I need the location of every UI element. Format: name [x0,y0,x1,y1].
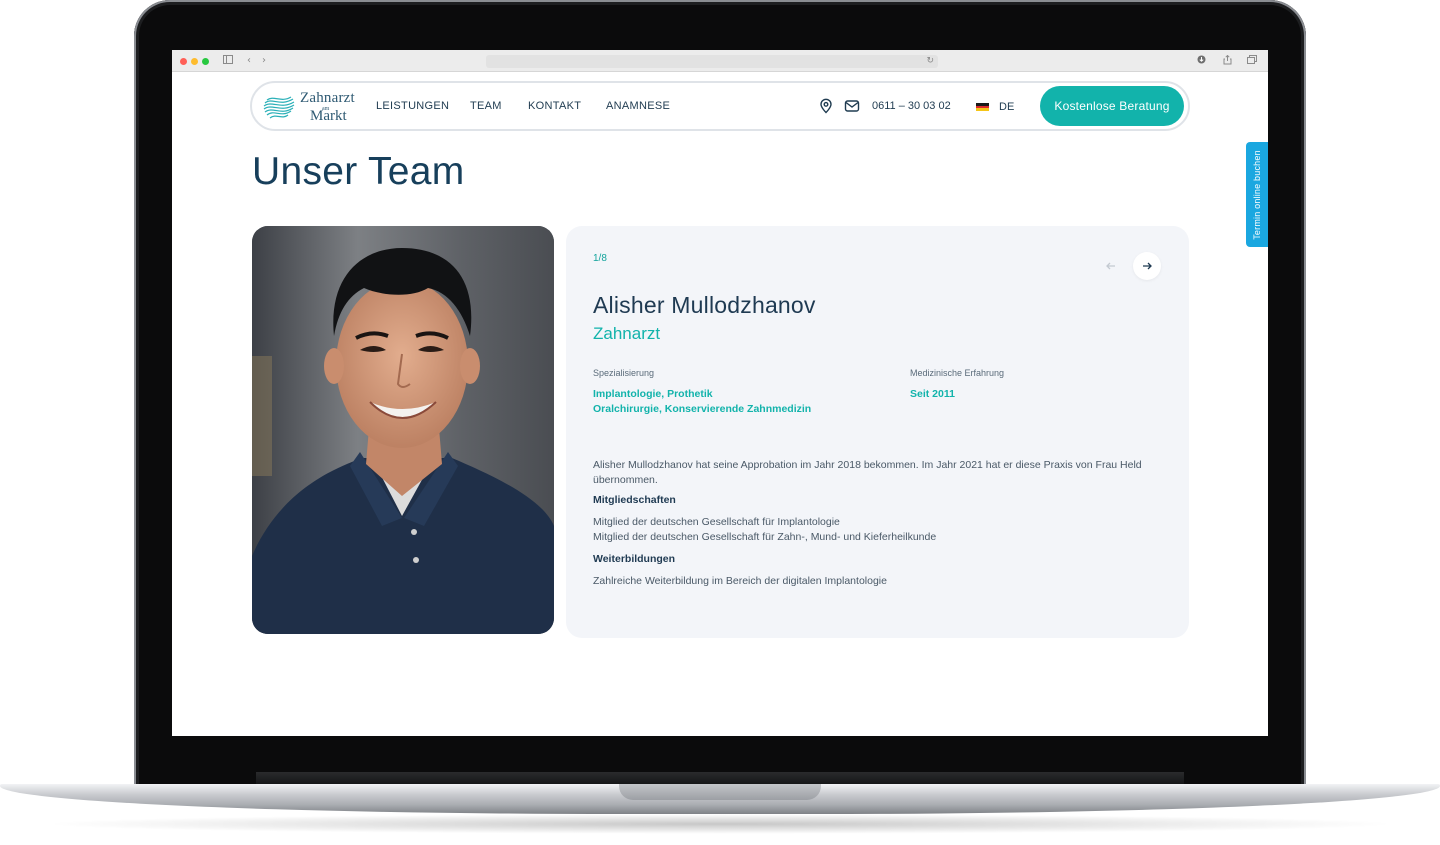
nav-link-anamnese[interactable]: ANAMNESE [606,100,670,112]
maximize-window-button[interactable] [202,58,209,65]
arrow-right-icon [1143,262,1152,270]
arrow-left-icon [1106,262,1115,270]
book-appointment-tab[interactable]: Termin online buchen [1246,142,1268,247]
specialization-item: Oralchirurgie, Konservierende Zahnmedizi… [593,403,812,415]
tabs-icon[interactable] [1246,55,1258,67]
nav-link-team[interactable]: TEAM [470,100,502,112]
membership-item: Mitglied der deutschen Gesellschaft für … [593,531,937,543]
close-window-button[interactable] [180,58,187,65]
site-header: Zahnarzt am Markt LEISTUNGEN TEAM KONTAK… [250,81,1190,131]
next-button[interactable] [1133,252,1161,280]
browser-toolbar: ‹ › ↻ [172,50,1268,72]
language-switcher[interactable]: DE [999,101,1014,113]
laptop-notch [619,784,821,800]
member-role: Zahnarzt [593,324,661,343]
address-bar[interactable]: ↻ [486,55,938,68]
free-consultation-button[interactable]: Kostenlose Beratung [1040,86,1184,126]
team-member-photo [252,226,554,634]
forward-icon[interactable]: › [258,55,270,67]
member-bio: Alisher Mullodzhanov hat seine Approbati… [593,459,1142,486]
nav-link-kontakt[interactable]: KONTAKT [528,100,581,112]
specialization-label: Spezialisierung [593,368,655,378]
download-icon[interactable] [1195,55,1207,67]
laptop-shadow [40,814,1400,834]
team-member-card: 1/8 Alisher Mullodzhanov Zahnarzt Spezia… [566,226,1189,638]
specialization-item: Implantologie, Prothetik [593,388,713,400]
membership-item: Mitglied der deutschen Gesellschaft für … [593,516,840,528]
mail-icon[interactable] [844,98,860,114]
minimize-window-button[interactable] [191,58,198,65]
germany-flag-icon[interactable] [976,103,989,111]
logo-text-line1: Zahnarzt [300,90,355,106]
member-name: Alisher Mullodzhanov [593,292,816,318]
nav-link-leistungen[interactable]: LEISTUNGEN [376,100,449,112]
training-item: Zahlreiche Weiterbildung im Bereich der … [593,575,887,587]
memberships-heading: Mitgliedschaften [593,494,676,506]
logo[interactable]: Zahnarzt am Markt [262,89,362,125]
browser-window: ‹ › ↻ Zahnarzt am Markt LEISTUNGEN TEAM … [172,50,1268,736]
book-appointment-label: Termin online buchen [1252,149,1262,240]
logo-text-line2: Markt [310,108,347,124]
training-heading: Weiterbildungen [593,553,676,565]
reload-icon[interactable]: ↻ [926,55,934,68]
logo-wave-icon [263,96,295,119]
previous-button[interactable] [1097,252,1125,280]
share-icon[interactable] [1221,54,1233,67]
phone-number[interactable]: 0611 – 30 03 02 [872,100,951,112]
page-title: Unser Team [252,150,465,193]
experience-label: Medizinische Erfahrung [910,368,1005,378]
slide-counter: 1/8 [593,253,607,264]
location-pin-icon[interactable] [818,98,834,114]
sidebar-icon[interactable] [222,55,234,67]
back-icon[interactable]: ‹ [243,55,255,67]
experience-value: Seit 2011 [910,388,955,400]
